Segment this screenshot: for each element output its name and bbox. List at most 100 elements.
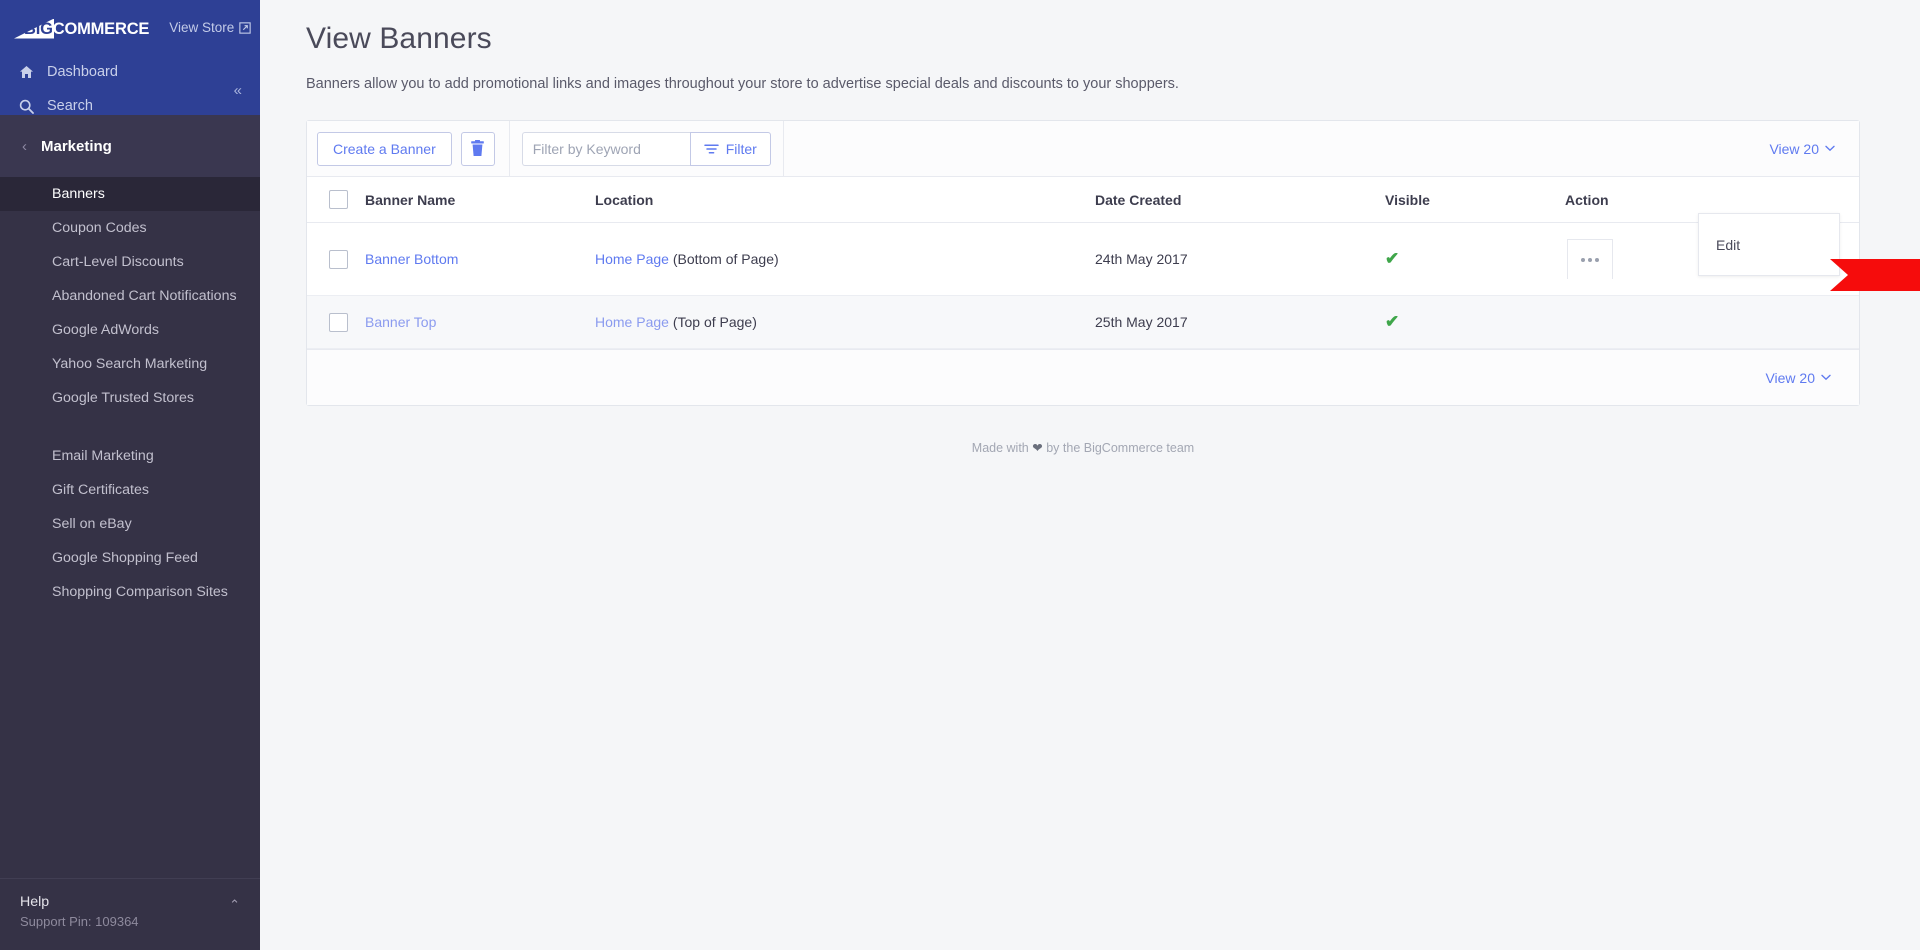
view-count-label: View 20 xyxy=(1765,369,1815,386)
brand-row: BIGCOMMERCE View Store xyxy=(0,0,260,55)
help-title: Help xyxy=(20,894,50,910)
location-link[interactable]: Home Page xyxy=(595,314,669,330)
select-all-checkbox[interactable] xyxy=(329,190,348,209)
nav-label: Google AdWords xyxy=(52,322,159,338)
home-icon xyxy=(18,65,35,79)
sidebar-item-email-marketing[interactable]: Email Marketing xyxy=(0,439,260,473)
sidebar-item-cart-level-discounts[interactable]: Cart-Level Discounts xyxy=(0,245,260,279)
chevron-left-icon: ‹ xyxy=(22,137,27,155)
sidebar-item-search[interactable]: Search xyxy=(0,89,260,123)
nav-label: Banners xyxy=(52,186,105,202)
nav-label: Cart-Level Discounts xyxy=(52,254,184,270)
table-footer: View 20 xyxy=(307,349,1859,405)
nav-label: Abandoned Cart Notifications xyxy=(52,288,237,304)
column-date-created[interactable]: Date Created xyxy=(1095,177,1385,223)
nav-divider-gap xyxy=(0,415,260,439)
row-visible: ✔ xyxy=(1385,295,1565,349)
banner-name-link[interactable]: Banner Top xyxy=(365,314,436,330)
sidebar-item-shopping-comparison-sites[interactable]: Shopping Comparison Sites xyxy=(0,575,260,609)
banner-name-link[interactable]: Banner Bottom xyxy=(365,251,458,267)
sidebar-section-label: Marketing xyxy=(41,137,112,155)
sidebar-item-google-adwords[interactable]: Google AdWords xyxy=(0,313,260,347)
row-select-cell xyxy=(307,222,365,296)
sidebar-collapse-icon[interactable]: « xyxy=(234,83,242,98)
table-row[interactable]: Banner Top Home Page (Top of Page) 25th … xyxy=(307,295,1859,349)
row-location: Home Page (Top of Page) xyxy=(595,295,1095,349)
row-checkbox[interactable] xyxy=(329,249,348,269)
sidebar-section-marketing[interactable]: ‹ Marketing xyxy=(0,115,260,177)
nav-label: Gift Certificates xyxy=(52,482,149,498)
check-icon: ✔ xyxy=(1385,249,1400,268)
row-checkbox[interactable] xyxy=(329,312,348,332)
row-action xyxy=(1565,295,1859,349)
footer-credit: Made with ❤ by the BigCommerce team xyxy=(306,440,1860,455)
chevron-down-icon xyxy=(1821,374,1831,381)
ellipsis-icon xyxy=(1595,257,1599,262)
sidebar-search-label: Search xyxy=(47,98,93,114)
row-action-menu-button[interactable] xyxy=(1567,239,1613,279)
help-support-pin: Support Pin: 109364 xyxy=(20,914,139,929)
select-all-cell xyxy=(307,177,365,223)
page-title: View Banners xyxy=(306,22,492,55)
location-extra: (Bottom of Page) xyxy=(672,251,779,267)
toolbar-divider-2 xyxy=(782,120,784,177)
banners-table: Banner Name Location Date Created Visibl… xyxy=(307,177,1859,349)
logo-big-text: BIG xyxy=(24,19,53,38)
chevron-down-icon xyxy=(1825,145,1835,152)
chevron-up-icon[interactable]: ⌃ xyxy=(229,897,240,913)
filter-button-label: Filter xyxy=(725,140,757,157)
filter-group: Filter xyxy=(521,131,771,166)
view-store-label: View Store xyxy=(169,20,235,35)
search-icon xyxy=(18,99,35,114)
help-text-group: Help Support Pin: 109364 xyxy=(20,893,139,931)
row-date-created: 24th May 2017 xyxy=(1095,222,1385,296)
sidebar-item-dashboard[interactable]: Dashboard xyxy=(0,55,260,89)
row-banner-name: Banner Bottom xyxy=(365,222,595,296)
sidebar-help-panel[interactable]: Help Support Pin: 109364 ⌃ xyxy=(0,878,260,950)
row-banner-name: Banner Top xyxy=(365,295,595,349)
view-store-link[interactable]: View Store xyxy=(169,20,251,35)
footer-credit-prefix: Made with xyxy=(971,441,1029,455)
location-extra: (Top of Page) xyxy=(672,314,757,330)
sidebar-item-abandoned-cart-notifications[interactable]: Abandoned Cart Notifications xyxy=(0,279,260,313)
sidebar-item-google-trusted-stores[interactable]: Google Trusted Stores xyxy=(0,381,260,415)
row-location: Home Page (Bottom of Page) xyxy=(595,222,1095,296)
filter-input[interactable] xyxy=(521,131,690,166)
banners-panel: Create a Banner Filter by Keyword Filter… xyxy=(306,120,1860,406)
ellipsis-icon xyxy=(1588,257,1592,262)
sidebar-item-sell-on-ebay[interactable]: Sell on eBay xyxy=(0,507,260,541)
page-description: Banners allow you to add promotional lin… xyxy=(306,76,1179,92)
column-visible[interactable]: Visible xyxy=(1385,177,1565,223)
row-select-cell xyxy=(307,295,365,349)
table-body: Banner Bottom Home Page (Bottom of Page)… xyxy=(307,222,1859,349)
nav-label: Yahoo Search Marketing xyxy=(52,356,208,372)
sidebar-item-yahoo-search-marketing[interactable]: Yahoo Search Marketing xyxy=(0,347,260,381)
sidebar-item-google-shopping-feed[interactable]: Google Shopping Feed xyxy=(0,541,260,575)
nav-label: Google Trusted Stores xyxy=(52,390,194,406)
location-link[interactable]: Home Page xyxy=(595,251,669,267)
row-visible: ✔ xyxy=(1385,222,1565,296)
nav-label: Google Shopping Feed xyxy=(52,550,198,566)
nav-label: Email Marketing xyxy=(52,448,154,464)
footer-credit-suffix: by the BigCommerce team xyxy=(1046,441,1195,455)
filter-button[interactable]: Filter xyxy=(689,131,771,166)
sidebar-item-coupon-codes[interactable]: Coupon Codes xyxy=(0,211,260,245)
sidebar-item-gift-certificates[interactable]: Gift Certificates xyxy=(0,473,260,507)
bigcommerce-logo[interactable]: BIGCOMMERCE xyxy=(14,17,149,39)
sidebar-item-banners[interactable]: Banners xyxy=(0,177,260,211)
column-location[interactable]: Location xyxy=(595,177,1095,223)
check-icon: ✔ xyxy=(1385,312,1400,331)
menu-item-edit[interactable]: Edit xyxy=(1699,237,1740,253)
trash-icon xyxy=(471,140,485,156)
nav-label: Shopping Comparison Sites xyxy=(52,584,228,600)
table-toolbar: Create a Banner Filter by Keyword Filter… xyxy=(307,120,1859,177)
view-count-selector-bottom[interactable]: View 20 xyxy=(1765,370,1845,386)
create-banner-button[interactable]: Create a Banner xyxy=(317,131,452,166)
column-banner-name[interactable]: Banner Name xyxy=(365,177,595,223)
delete-button[interactable] xyxy=(460,131,495,166)
table-row[interactable]: Banner Bottom Home Page (Bottom of Page)… xyxy=(307,222,1859,296)
row-date-created: 25th May 2017 xyxy=(1095,295,1385,349)
filter-icon xyxy=(703,143,719,154)
view-count-selector-top[interactable]: View 20 xyxy=(1769,141,1849,157)
logo-commerce-text: COMMERCE xyxy=(52,19,150,38)
